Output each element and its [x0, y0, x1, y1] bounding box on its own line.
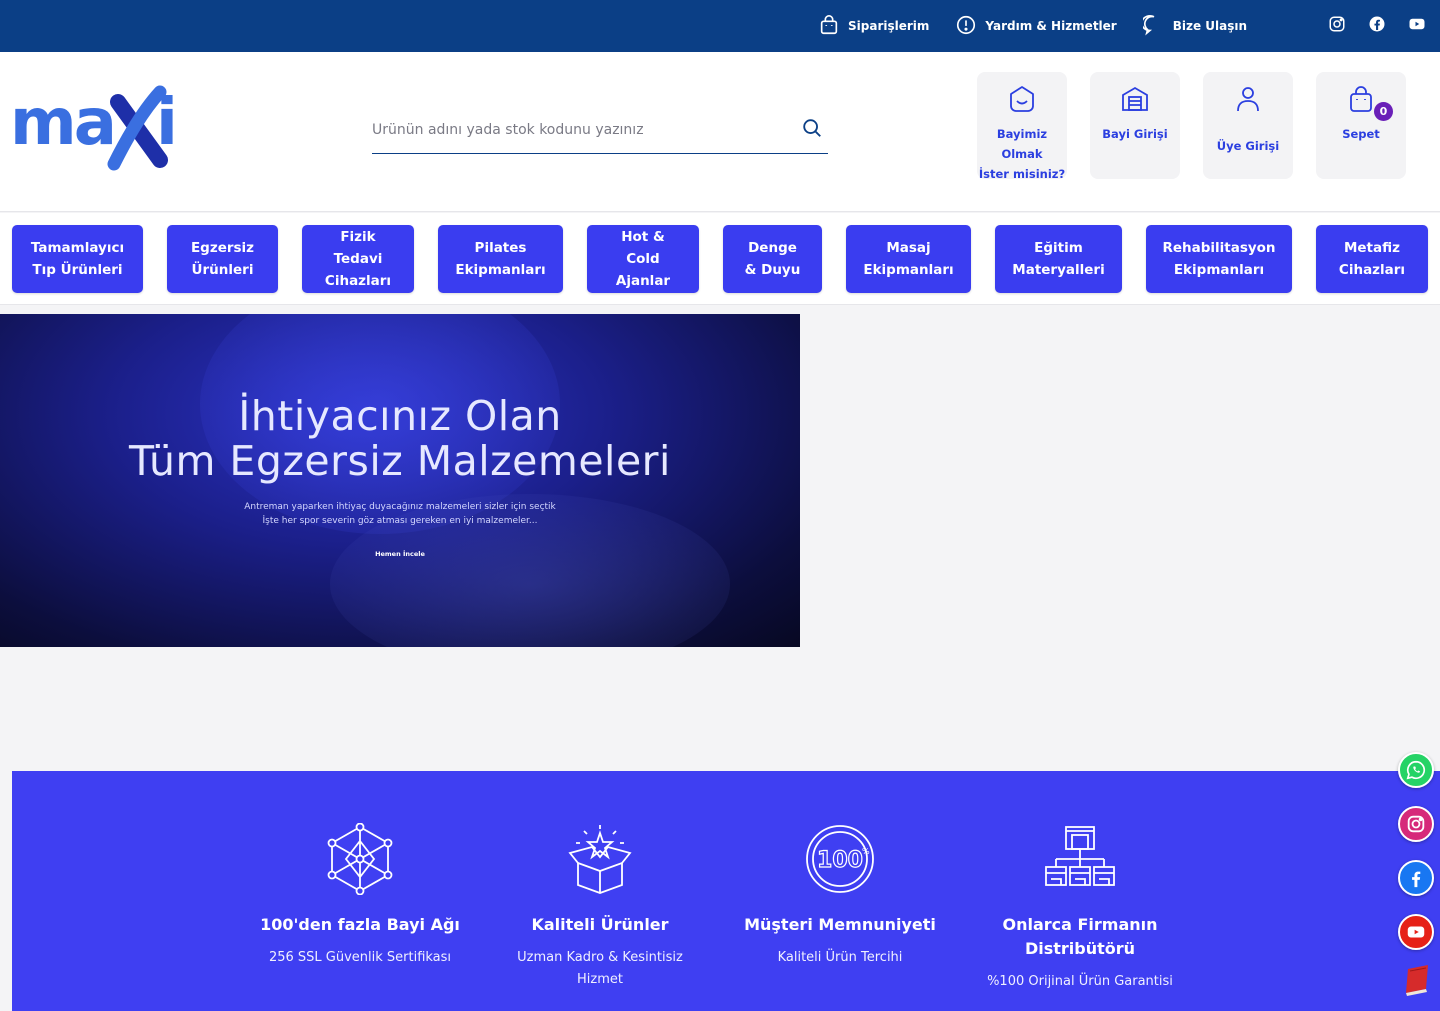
hero-title: İhtiyacınız Olan Tüm Egzersiz Malzemeler…: [129, 392, 671, 485]
category-massage-equipment[interactable]: Masaj Ekipmanları: [846, 225, 971, 293]
category-pilates-equipment[interactable]: Pilates Ekipmanları: [438, 225, 563, 293]
network-icon: [324, 822, 396, 899]
instagram-icon[interactable]: [1328, 15, 1346, 37]
feature-quality-products: Kaliteli Ürünler Uzman Kadro & Kesintisi…: [490, 823, 710, 991]
shopping-bag-icon: [818, 14, 840, 39]
svg-text:ma: ma: [10, 86, 114, 160]
floating-social: [1398, 752, 1434, 950]
hundred-percent-icon: 100 %: [804, 825, 876, 899]
orders-label: Siparişlerim: [848, 19, 930, 33]
svg-text:100: 100: [817, 848, 863, 873]
category-balance-sensory[interactable]: Denge & Duyu: [723, 225, 822, 293]
features-band: 100'den fazla Bayi Ağı 256 SSL Güvenlik …: [12, 771, 1440, 1011]
dealer-login-button[interactable]: Bayi Girişi: [1090, 72, 1180, 179]
cart-count-badge: 0: [1374, 102, 1393, 121]
search-input[interactable]: [372, 116, 782, 144]
help-label: Yardım & Hizmetler: [985, 19, 1117, 33]
category-metaphysis-devices[interactable]: Metafiz Cihazları: [1316, 225, 1428, 293]
become-dealer-label: Bayimiz Olmak İster misiniz?: [978, 127, 1066, 181]
help-link[interactable]: Yardım & Hizmetler: [955, 14, 1117, 39]
contact-link[interactable]: Bize Ulaşın: [1140, 14, 1248, 39]
category-exercise-products[interactable]: Egzersiz Ürünleri: [167, 225, 278, 293]
open-box-star-icon: [564, 825, 636, 899]
instagram-icon[interactable]: [1398, 806, 1434, 842]
distribution-tree-icon: [1044, 826, 1116, 899]
contact-label: Bize Ulaşın: [1172, 19, 1248, 33]
user-icon: [1233, 84, 1263, 118]
top-links: Siparişlerim Yardım & Hizmetler Bize Ula…: [818, 0, 1273, 52]
feature-title: 100'den fazla Bayi Ağı: [260, 915, 460, 934]
alert-circle-icon: [955, 14, 977, 39]
search-icon: [801, 117, 823, 143]
header-buttons: Bayimiz Olmak İster misiniz? Bayi Girişi…: [977, 72, 1406, 181]
feature-title: Onlarca Firmanın Distribütörü: [1002, 915, 1158, 958]
feature-title: Kaliteli Ürünler: [531, 915, 669, 934]
maxi-logo[interactable]: ma i: [10, 82, 205, 172]
search-button[interactable]: [798, 116, 826, 144]
cart-label: Sepet: [1342, 127, 1380, 141]
feature-customer-satisfaction: 100 % Müşteri Memnuniyeti Kaliteli Ürün …: [730, 823, 950, 969]
feature-subtitle: Uzman Kadro & Kesintisiz Hizmet: [517, 950, 683, 987]
search-bar: [372, 106, 828, 154]
cart-bag-icon: [1346, 84, 1376, 118]
feature-dealer-network: 100'den fazla Bayi Ağı 256 SSL Güvenlik …: [250, 822, 470, 969]
facebook-icon[interactable]: [1398, 860, 1434, 896]
svg-text:%: %: [862, 847, 870, 856]
category-hot-cold-agents[interactable]: Hot & Cold Ajanlar: [587, 225, 699, 293]
category-rehabilitation-equipment[interactable]: Rehabilitasyon Ekipmanları: [1146, 225, 1292, 293]
member-login-label: Üye Girişi: [1216, 139, 1280, 153]
youtube-icon[interactable]: [1408, 15, 1426, 37]
youtube-icon[interactable]: [1398, 914, 1434, 950]
book-icon[interactable]: [1400, 963, 1434, 997]
feature-subtitle: 256 SSL Güvenlik Sertifikası: [268, 950, 452, 965]
chat-bubble-icon: [1140, 14, 1165, 39]
store-icon: [1120, 84, 1150, 118]
header: ma i Bayimiz Olmak İster misiniz? Bayi G…: [0, 52, 1440, 212]
top-bar: Siparişlerim Yardım & Hizmetler Bize Ula…: [0, 0, 1440, 52]
feature-distributor: Onlarca Firmanın Distribütörü %100 Oriji…: [970, 823, 1190, 993]
hero-cta-link[interactable]: Hemen İncele: [0, 550, 800, 558]
dealer-login-label: Bayi Girişi: [1102, 127, 1168, 141]
member-login-button[interactable]: Üye Girişi: [1203, 72, 1293, 179]
smile-bag-icon: [1007, 84, 1037, 118]
facebook-icon[interactable]: [1368, 15, 1386, 37]
hero-banner[interactable]: İhtiyacınız Olan Tüm Egzersiz Malzemeler…: [0, 314, 800, 647]
cart-button[interactable]: 0 Sepet: [1316, 72, 1406, 179]
category-physical-therapy-devices[interactable]: Fizik Tedavi Cihazları: [302, 225, 414, 293]
feature-subtitle: %100 Orijinal Ürün Garantisi: [987, 974, 1173, 989]
feature-title: Müşteri Memnuniyeti: [744, 915, 936, 934]
whatsapp-icon[interactable]: [1398, 752, 1434, 788]
category-nav: Tamamlayıcı Tıp Ürünleri Egzersiz Ürünle…: [0, 213, 1440, 305]
top-social: [1328, 0, 1426, 52]
feature-subtitle: Kaliteli Ürün Tercihi: [777, 950, 903, 965]
orders-link[interactable]: Siparişlerim: [818, 14, 929, 39]
become-dealer-button[interactable]: Bayimiz Olmak İster misiniz?: [977, 72, 1067, 181]
hero-subtitle: Antreman yaparken ihtiyaç duyacağınız ma…: [244, 502, 556, 526]
category-complementary-medicine[interactable]: Tamamlayıcı Tıp Ürünleri: [12, 225, 143, 293]
category-training-materials[interactable]: Eğitim Materyalleri: [995, 225, 1122, 293]
